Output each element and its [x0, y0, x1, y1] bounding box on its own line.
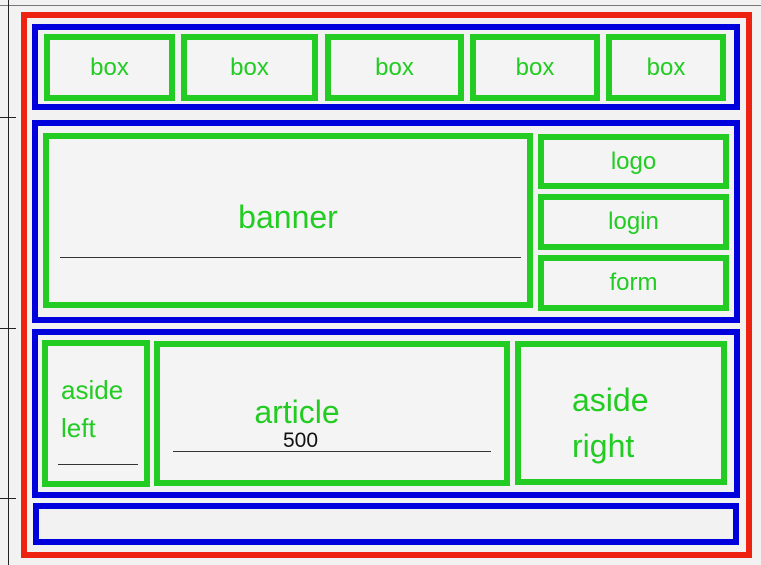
aside-left-label-line-1: aside	[61, 375, 124, 405]
login-box: login	[538, 194, 729, 250]
logo-box: logo	[538, 134, 729, 189]
left-ruler-line	[8, 0, 9, 565]
header-box-1: box	[44, 34, 175, 101]
aside-right-box: aside right	[515, 341, 727, 485]
header-box-4: box	[470, 34, 600, 101]
header-box-3: box	[325, 34, 464, 101]
footer-section	[33, 503, 739, 545]
top-ruler-line	[0, 5, 761, 6]
ruler-tick	[0, 117, 16, 118]
article-label: article	[254, 394, 340, 430]
banner-underline	[60, 257, 521, 258]
banner-box: banner	[43, 133, 533, 308]
article-box: article	[154, 341, 510, 486]
header-box-5: box	[606, 34, 726, 101]
aside-left-label-line-2: left	[61, 413, 96, 443]
form-box: form	[538, 255, 729, 311]
aside-right-label-line-1: aside	[572, 382, 649, 418]
header-box-2: box	[181, 34, 318, 101]
ruler-tick	[0, 328, 16, 329]
banner-label: banner	[238, 199, 338, 235]
article-width-line	[173, 451, 491, 452]
ruler-tick	[0, 498, 16, 499]
aside-right-label-line-2: right	[572, 428, 635, 464]
article-width-label: 500	[283, 429, 319, 452]
aside-left-underline	[58, 464, 138, 465]
